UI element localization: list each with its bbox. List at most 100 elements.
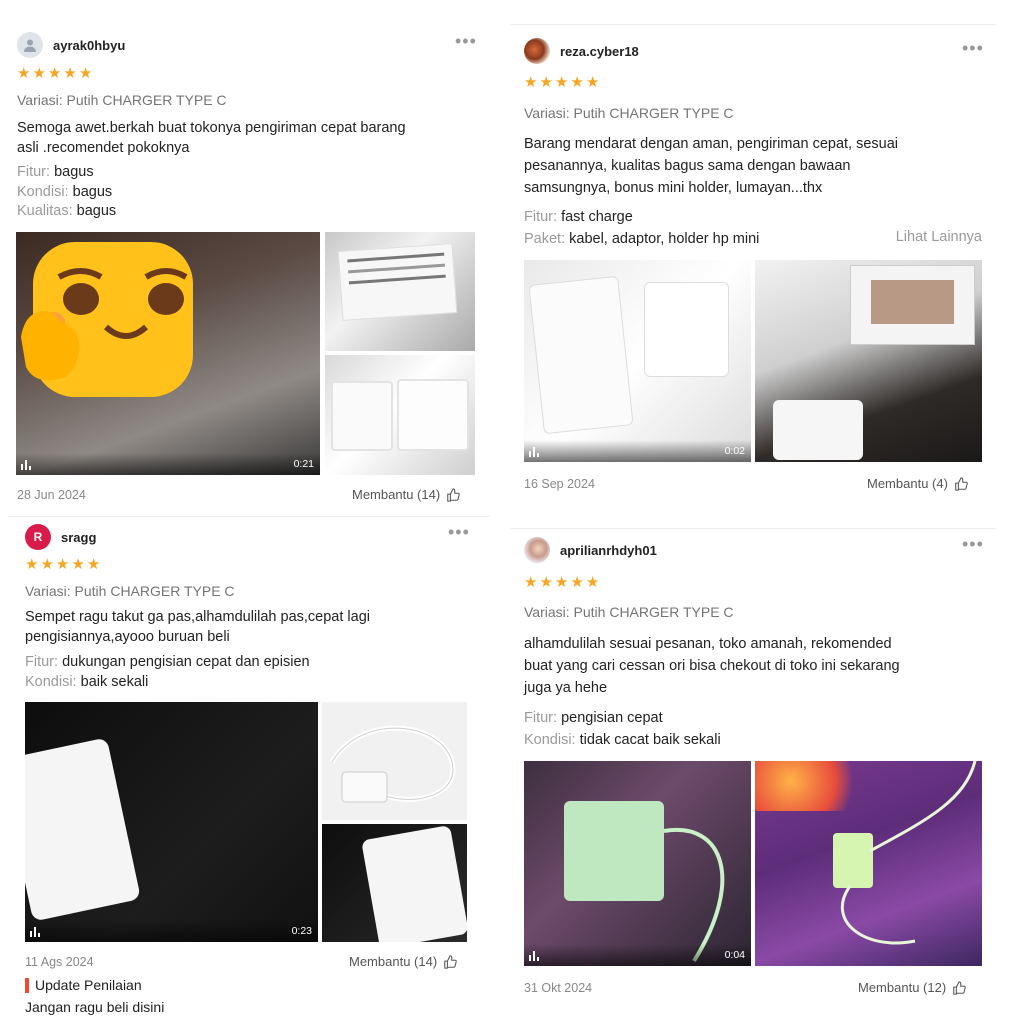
review-text-line: pengisiannya,ayooo buruan beli — [25, 629, 230, 645]
video-overlay — [524, 440, 751, 462]
star-icon: ★ — [554, 574, 569, 591]
attr-key: Kondisi: — [25, 673, 77, 690]
box-image — [850, 265, 975, 345]
helpful-button[interactable]: Membantu (14) — [352, 487, 460, 502]
username[interactable]: reza.cyber18 — [560, 44, 639, 59]
review-text-line: juga ya hehe — [524, 680, 608, 696]
attr-value: kabel, adaptor, holder hp mini — [569, 231, 760, 247]
review-card: aprilianrhdyh01 ••• ★ ★ ★ ★ ★ Variasi: Putih… — [510, 528, 996, 1008]
attr-key: Kondisi: — [524, 732, 576, 748]
more-options-icon[interactable]: ••• — [962, 39, 984, 57]
star-icon: ★ — [71, 556, 85, 573]
review-date: 31 Okt 2024 — [524, 981, 593, 995]
helpful-button[interactable]: Membantu (14) — [349, 954, 457, 969]
star-icon: ★ — [40, 556, 54, 573]
helpful-button[interactable]: Membantu (12) — [858, 980, 966, 995]
review-video[interactable]: 0:23 — [25, 702, 318, 942]
star-icon: ★ — [570, 74, 584, 91]
review-video[interactable]: 0:02 — [524, 260, 751, 462]
avatar[interactable] — [524, 38, 550, 64]
review-video[interactable]: 0:21 — [16, 232, 320, 475]
update-review-heading: Update Penilaian — [25, 977, 142, 993]
star-rating: ★ ★ ★ ★ ★ — [524, 75, 599, 90]
review-text-line: Barang mendarat dengan aman, pengiriman … — [524, 136, 899, 152]
user-icon — [24, 39, 36, 52]
username[interactable]: aprilianrhdyh01 — [560, 543, 657, 558]
helpful-button[interactable]: Membantu (4) — [867, 476, 968, 491]
review-photo[interactable] — [322, 702, 467, 820]
star-icon: ★ — [17, 65, 31, 82]
update-review-text: Jangan ragu beli disini — [25, 999, 165, 1015]
star-rating: ★ ★ ★ ★ ★ — [524, 575, 599, 590]
avatar[interactable] — [17, 32, 43, 58]
review-text-line: pesanannya, kualitas bagus sama dengan b… — [524, 158, 851, 174]
star-icon: ★ — [55, 556, 70, 573]
video-icon — [21, 460, 31, 470]
thumbs-up-icon — [955, 476, 968, 491]
star-icon: ★ — [524, 574, 538, 591]
cable-image — [663, 827, 725, 963]
adapter-image — [361, 825, 467, 942]
more-options-icon[interactable]: ••• — [448, 523, 470, 541]
review-text-line: buat yang cari cessan ori bisa chekout d… — [524, 658, 900, 674]
attr-value: bagus — [54, 164, 94, 180]
review-photo[interactable] — [322, 824, 467, 942]
star-icon: ★ — [63, 65, 77, 82]
helpful-label: Membantu (4) — [867, 476, 948, 491]
star-rating: ★ ★ ★ ★ ★ — [25, 557, 100, 572]
variant-label: Variasi: Putih CHARGER TYPE C — [25, 583, 235, 599]
emoji-sticker-icon — [21, 242, 193, 397]
video-icon — [529, 447, 539, 457]
avatar[interactable] — [524, 537, 550, 563]
star-icon: ★ — [585, 74, 600, 91]
variant-label: Variasi: Putih CHARGER TYPE C — [17, 92, 227, 108]
review-video[interactable]: 0:04 — [524, 761, 751, 966]
helpful-label: Membantu (14) — [352, 487, 441, 502]
review-photo[interactable] — [755, 260, 982, 462]
review-header: ayrak0hbyu — [17, 32, 125, 58]
video-duration: 0:04 — [724, 949, 745, 961]
adapter-image — [528, 275, 634, 435]
video-overlay — [25, 920, 318, 942]
review-photo[interactable] — [755, 761, 982, 966]
review-photo[interactable] — [325, 232, 475, 351]
attr-key: Fitur: — [524, 710, 558, 726]
star-icon: ★ — [570, 574, 584, 591]
avatar[interactable]: R — [25, 524, 51, 550]
thumbs-up-icon — [447, 487, 460, 502]
attr-value: bagus — [72, 183, 113, 200]
attr-value: bagus — [76, 203, 117, 219]
review-card: ayrak0hbyu ••• ★ ★ ★ ★ ★ Variasi: Putih CHAR… — [0, 18, 490, 513]
review-card: R sragg ••• ★ ★ ★ ★ ★ Variasi: Putih CHARGER… — [8, 516, 490, 1024]
star-icon: ★ — [539, 74, 553, 91]
video-overlay — [524, 944, 751, 966]
review-text: Semoga awet.berkah buat tokonya pengirim… — [17, 118, 406, 158]
cable-image — [331, 381, 393, 451]
variant-label: Variasi: Putih CHARGER TYPE C — [524, 105, 734, 121]
review-photo[interactable] — [325, 355, 475, 475]
update-label: Update Penilaian — [35, 977, 142, 993]
more-options-icon[interactable]: ••• — [455, 32, 477, 50]
review-text-line: Semoga awet.berkah buat tokonya pengirim… — [17, 120, 406, 136]
helpful-label: Membantu (14) — [349, 954, 438, 969]
attr-value: tidak cacat baik sekali — [579, 732, 721, 748]
see-more-link[interactable]: Lihat Lainnya — [896, 229, 982, 245]
helpful-label: Membantu (12) — [858, 980, 947, 995]
username[interactable]: ayrak0hbyu — [53, 38, 125, 53]
review-attributes: Fitur: fast charge Paket: kabel, adaptor… — [524, 206, 759, 250]
star-rating: ★ ★ ★ ★ ★ — [17, 66, 92, 81]
review-text-line: alhamdulilah sesuai pesanan, toko amanah… — [524, 636, 892, 652]
video-duration: 0:21 — [293, 458, 314, 470]
review-date: 16 Sep 2024 — [524, 477, 595, 491]
review-text: Barang mendarat dengan aman, pengiriman … — [524, 133, 898, 199]
cable-image — [329, 725, 456, 803]
star-icon: ★ — [539, 574, 553, 591]
attr-key: Kualitas: — [17, 203, 73, 219]
more-options-icon[interactable]: ••• — [962, 535, 984, 553]
username[interactable]: sragg — [61, 530, 96, 545]
star-icon: ★ — [78, 65, 93, 82]
review-text: Sempet ragu takut ga pas,alhamdulilah pa… — [25, 607, 370, 647]
variant-label: Variasi: Putih CHARGER TYPE C — [524, 604, 734, 620]
attr-value: pengisian cepat — [561, 710, 663, 726]
attr-key: Fitur: — [524, 209, 558, 225]
